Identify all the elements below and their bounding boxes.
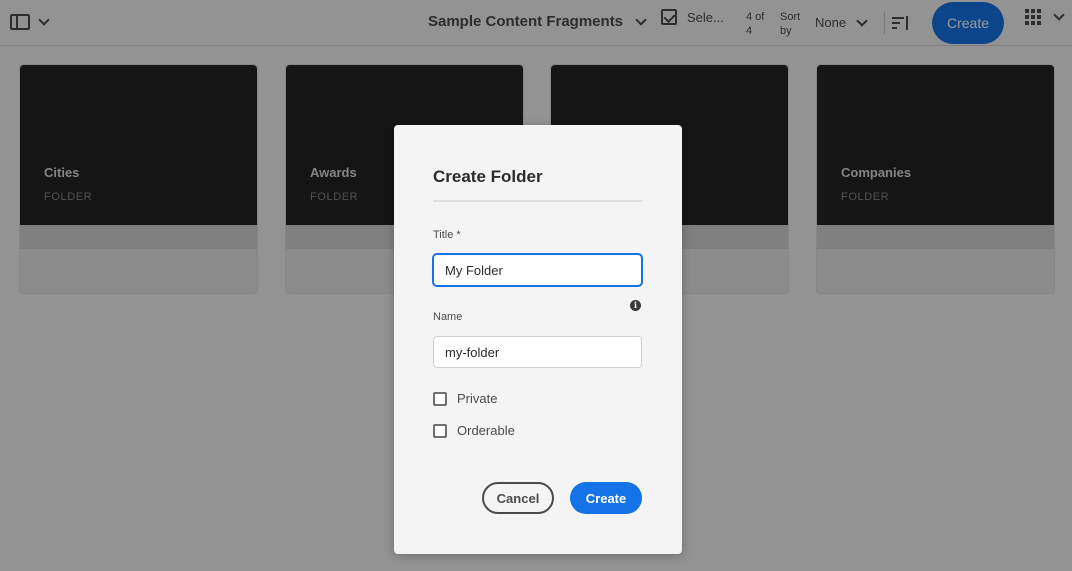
dialog-divider — [433, 200, 642, 202]
orderable-label: Orderable — [457, 423, 515, 438]
create-folder-button[interactable]: Create — [570, 482, 642, 514]
name-input[interactable] — [433, 336, 642, 368]
private-checkbox-row[interactable]: Private — [433, 391, 497, 406]
cancel-button[interactable]: Cancel — [482, 482, 554, 514]
create-folder-dialog: Create Folder Title * i Name Private Ord… — [394, 125, 682, 554]
name-field-label: Name — [433, 311, 463, 323]
dialog-heading: Create Folder — [433, 167, 543, 186]
assets-page: Sample Content Fragments Sele... 4 of 4 … — [0, 0, 1072, 571]
private-label: Private — [457, 391, 498, 406]
private-checkbox[interactable] — [433, 391, 447, 406]
info-icon[interactable]: i — [630, 300, 641, 311]
orderable-checkbox-row[interactable]: Orderable — [433, 423, 515, 438]
title-field-label: Title * — [433, 229, 461, 241]
title-input[interactable] — [433, 254, 642, 286]
orderable-checkbox[interactable] — [433, 423, 447, 438]
